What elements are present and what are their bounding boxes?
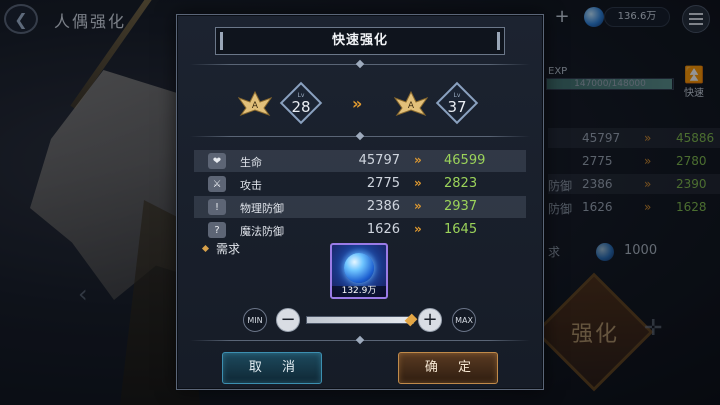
level-arrow-icon: » <box>352 94 363 113</box>
divider-mid <box>190 131 530 141</box>
item-quantity: 132.9万 <box>332 286 386 297</box>
svg-text:A: A <box>252 101 259 111</box>
magic-shield-icon: ? <box>208 222 226 238</box>
sword-icon: ⚔ <box>208 176 226 192</box>
stat-current: 1626 <box>366 222 400 237</box>
requirement-label: 需求 <box>216 242 241 256</box>
stat-name: 物理防御 <box>240 202 284 215</box>
from-level-text: Lv 28 <box>291 92 311 116</box>
divider-bottom <box>190 335 530 345</box>
wing-emblem-icon: A <box>394 90 428 117</box>
min-button[interactable]: MIN <box>243 308 267 332</box>
heart-icon: ❤ <box>208 153 226 169</box>
stat-row-phys-def: ! 物理防御 2386 » 2937 <box>194 196 526 218</box>
stat-name: 生命 <box>240 156 262 169</box>
svg-text:A: A <box>408 101 415 111</box>
stat-row-magic-def: ? 魔法防御 1626 » 1645 <box>194 219 526 241</box>
dialog-title: 快速强化 <box>331 33 388 48</box>
stat-name: 魔法防御 <box>240 225 284 238</box>
wing-emblem-icon: A <box>238 90 272 117</box>
quantity-slider[interactable] <box>306 316 414 324</box>
increase-arrow-icon: » <box>414 176 422 190</box>
increase-arrow-icon: » <box>414 153 422 167</box>
stat-row-attack: ⚔ 攻击 2775 » 2823 <box>194 173 526 195</box>
stat-current: 2386 <box>366 199 400 214</box>
exp-orb-icon <box>344 253 374 283</box>
shield-icon: ! <box>208 199 226 215</box>
to-level-text: Lv 37 <box>447 92 467 116</box>
increase-arrow-icon: » <box>414 222 422 236</box>
increase-arrow-icon: » <box>414 199 422 213</box>
item-slot-exp-orb[interactable]: 132.9万 <box>330 243 388 299</box>
cancel-button[interactable]: 取 消 <box>222 352 322 384</box>
plus-button[interactable]: + <box>418 308 442 332</box>
minus-button[interactable]: − <box>276 308 300 332</box>
stat-next: 2937 <box>444 199 478 214</box>
confirm-button[interactable]: 确 定 <box>398 352 498 384</box>
max-button[interactable]: MAX <box>452 308 476 332</box>
stat-current: 45797 <box>358 153 400 168</box>
stat-next: 46599 <box>444 153 486 168</box>
stat-current: 2775 <box>366 176 400 191</box>
stat-row-hp: ❤ 生命 45797 » 46599 <box>194 150 526 172</box>
divider-top <box>190 59 530 69</box>
stat-next: 1645 <box>444 222 478 237</box>
stat-name: 攻击 <box>240 179 262 192</box>
stat-next: 2823 <box>444 176 478 191</box>
